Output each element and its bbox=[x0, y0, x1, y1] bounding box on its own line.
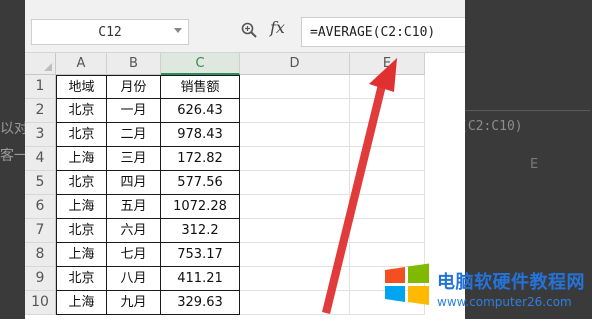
windows-logo-icon bbox=[385, 263, 429, 305]
watermark: 电脑软硬件教程网 www.computer26.com bbox=[383, 262, 592, 319]
watermark-title: 电脑软硬件教程网 bbox=[437, 272, 585, 293]
watermark-url: www.computer26.com bbox=[437, 295, 572, 309]
